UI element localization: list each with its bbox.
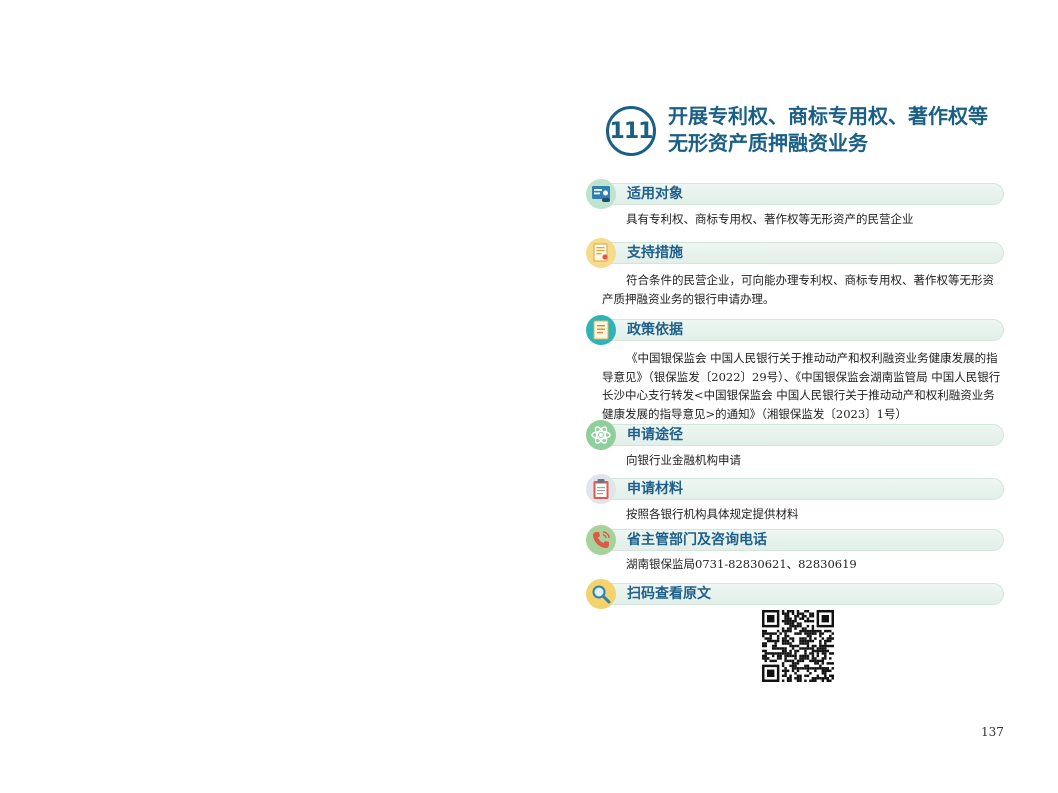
profile-card-icon	[586, 179, 616, 209]
section-bar-materials: 申请材料	[598, 478, 1004, 500]
contact-text: 湖南银保监局0731-82830621、82830619	[626, 557, 857, 571]
title-line-1: 开展专利权、商标专用权、著作权等	[668, 104, 988, 128]
section-bar-contact: 省主管部门及咨询电话	[598, 529, 1004, 551]
section-label-measures: 支持措施	[627, 245, 683, 261]
atom-icon	[586, 420, 616, 450]
materials-text: 按照各银行机构具体规定提供材料	[626, 507, 799, 521]
channel-text: 向银行业金融机构申请	[626, 453, 741, 467]
clipboard-icon	[586, 474, 616, 504]
certificate-icon	[586, 238, 616, 268]
section-bar-measures: 支持措施	[598, 242, 1004, 264]
section-label-target: 适用对象	[627, 186, 683, 202]
phone-icon	[586, 525, 616, 555]
basis-text: 《中国银保监会 中国人民银行关于推动动产和权利融资业务健康发展的指导意见》（银保…	[602, 351, 1001, 421]
section-label-basis: 政策依据	[627, 322, 683, 338]
page-title: 开展专利权、商标专用权、著作权等 无形资产质押融资业务	[668, 103, 1008, 157]
section-label-materials: 申请材料	[627, 481, 683, 497]
page-number: 137	[981, 725, 1004, 739]
section-label-scan: 扫码查看原文	[627, 586, 711, 602]
qr-code-icon[interactable]	[762, 610, 834, 682]
section-bar-target: 适用对象	[598, 183, 1004, 205]
measures-text: 符合条件的民营企业，可向能办理专利权、商标专用权、著作权等无形资产质押融资业务的…	[602, 273, 994, 306]
document-icon	[586, 315, 616, 345]
section-label-channel: 申请途径	[627, 427, 683, 443]
section-bar-channel: 申请途径	[598, 424, 1004, 446]
section-bar-scan: 扫码查看原文	[598, 583, 1004, 605]
magnifier-icon	[586, 579, 616, 609]
section-bar-basis: 政策依据	[598, 319, 1004, 341]
item-number-badge: 111	[606, 106, 656, 156]
target-text: 具有专利权、商标专用权、著作权等无形资产的民营企业	[626, 212, 914, 226]
title-line-2: 无形资产质押融资业务	[668, 131, 868, 155]
section-label-contact: 省主管部门及咨询电话	[627, 532, 767, 548]
